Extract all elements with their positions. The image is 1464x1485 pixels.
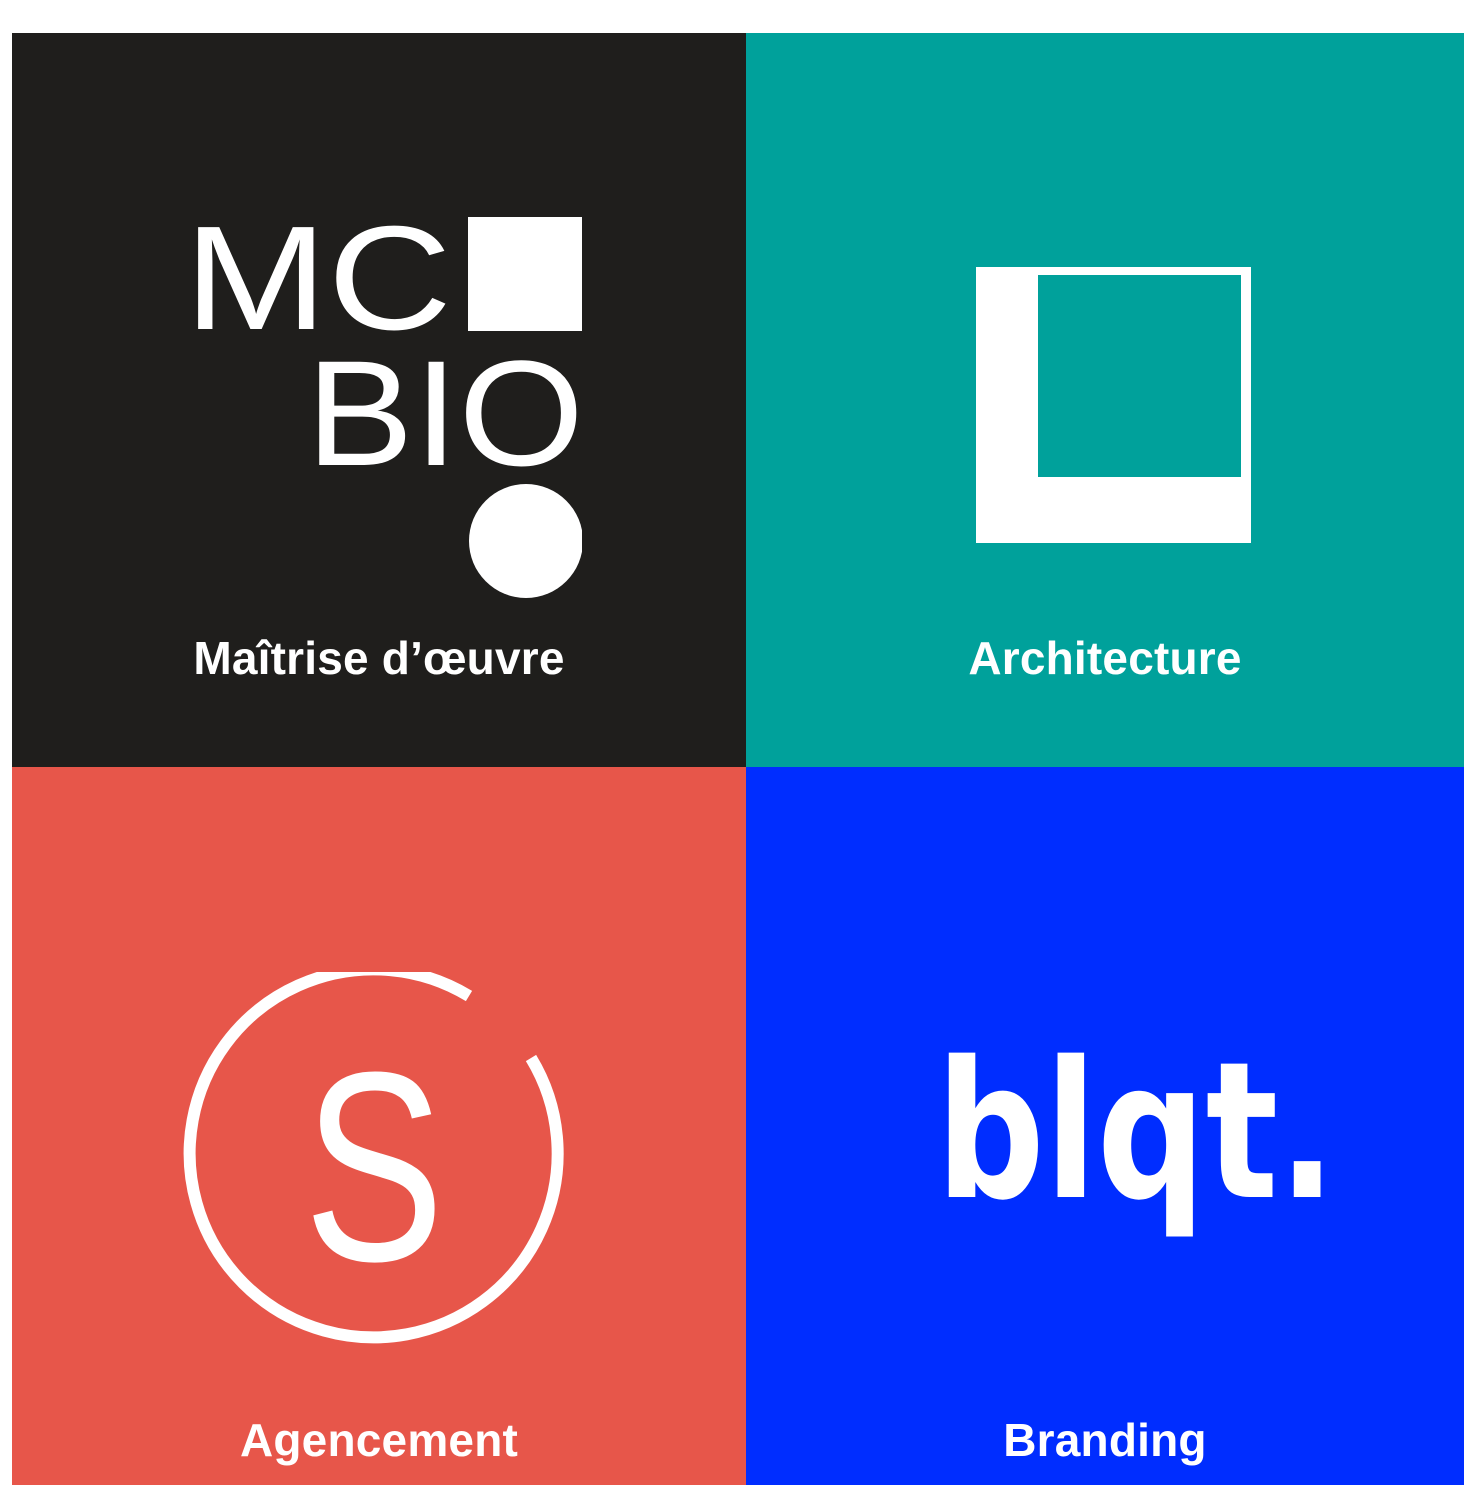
- s-circle-icon: S: [183, 972, 564, 1344]
- s-logo-letter: S: [304, 1017, 444, 1318]
- blqt-wordmark-text: blqt.: [936, 1047, 1336, 1242]
- tile-architecture: Architecture: [746, 33, 1464, 767]
- mcbio-circle-mark: [469, 484, 582, 598]
- tile-maitrise-doeuvre: MC BIO Maîtrise d’œuvre: [12, 33, 746, 767]
- tile-label-branding: Branding: [1003, 1414, 1207, 1466]
- mcbio-square-mark: [468, 217, 582, 331]
- offset-square-icon: [976, 267, 1251, 543]
- blqt-wordmark-icon: blqt.: [936, 1047, 1336, 1242]
- tile-label-architecture: Architecture: [968, 632, 1242, 684]
- tile-agencement: S Agencement: [12, 767, 746, 1485]
- tile-branding: blqt. Branding: [746, 767, 1464, 1485]
- brand-grid: MC BIO Maîtrise d’œuvre Architecture S A…: [12, 33, 1464, 1485]
- mcbio-square-circle-icon: MC BIO: [184, 213, 582, 598]
- tile-label-maitrise: Maîtrise d’œuvre: [193, 632, 565, 684]
- mcbio-logo-line-bio: BIO: [306, 329, 582, 497]
- tile-label-agencement: Agencement: [239, 1414, 519, 1466]
